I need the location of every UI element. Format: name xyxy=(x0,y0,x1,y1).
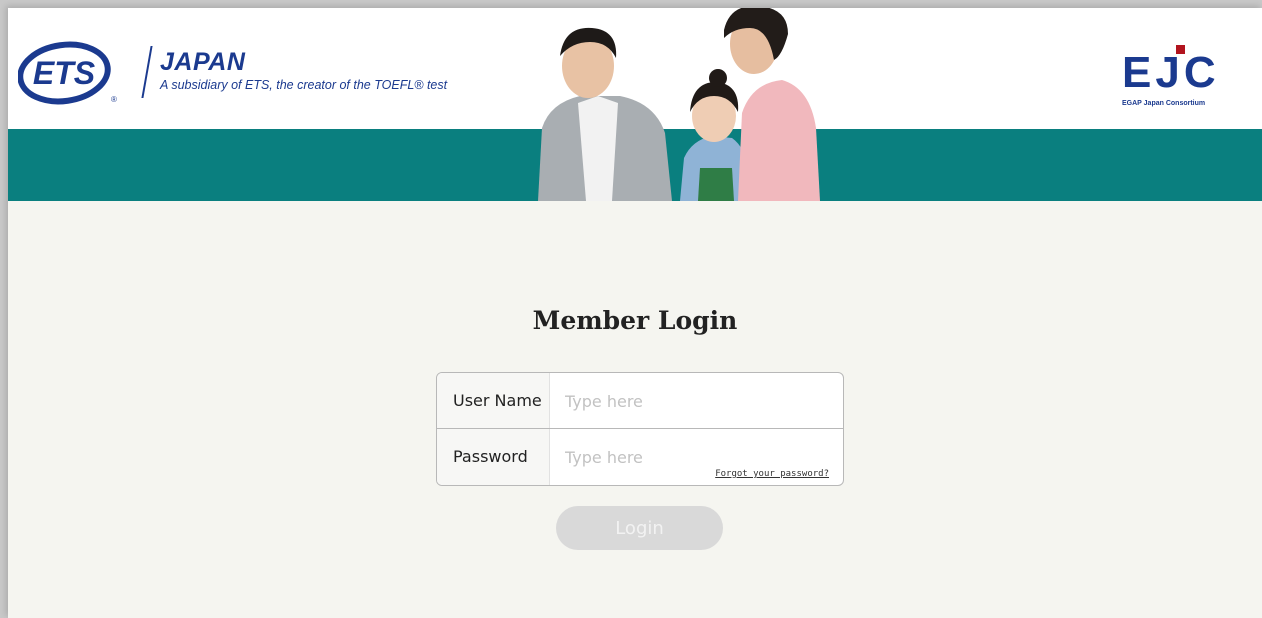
page-title: Member Login xyxy=(532,306,738,335)
site-header: ETS ® JAPAN A subsidiary of ETS, the cre… xyxy=(8,8,1262,201)
ets-logo[interactable]: ETS ® xyxy=(18,38,118,108)
password-row: Password Forgot your password? xyxy=(437,429,843,485)
password-label: Password xyxy=(437,429,550,485)
username-row: User Name xyxy=(437,373,843,429)
login-button[interactable]: Login xyxy=(556,506,723,550)
login-form: User Name Password Forgot your password? xyxy=(436,372,844,486)
japan-subtitle: A subsidiary of ETS, the creator of the … xyxy=(160,78,448,92)
students-photo xyxy=(538,8,820,201)
page-frame: ETS ® JAPAN A subsidiary of ETS, the cre… xyxy=(8,8,1262,618)
japan-title: JAPAN xyxy=(160,48,246,76)
ejc-logo[interactable]: EJC xyxy=(1122,48,1220,98)
username-label: User Name xyxy=(437,373,550,428)
forgot-password-link[interactable]: Forgot your password? xyxy=(715,469,829,479)
svg-text:®: ® xyxy=(111,95,117,104)
ejc-caption: EGAP Japan Consortium xyxy=(1122,100,1206,107)
username-input[interactable] xyxy=(551,379,831,423)
ejc-accent-square xyxy=(1176,45,1185,54)
ets-logo-text: ETS xyxy=(33,55,96,91)
